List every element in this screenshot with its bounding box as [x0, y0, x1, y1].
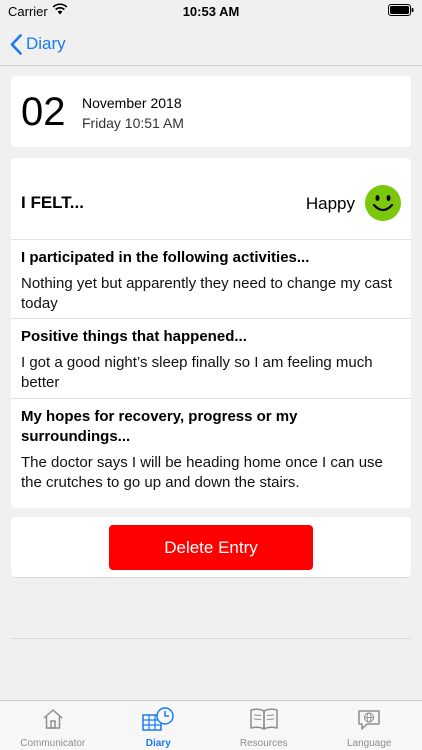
language-globe-icon — [358, 710, 380, 730]
mood-text: Happy — [305, 194, 355, 213]
tab-bar: Communicator Diary Resources Language — [0, 700, 422, 750]
status-time: 10:53 AM — [182, 4, 240, 19]
tab-label: Language — [347, 738, 392, 749]
section-title: My hopes for recovery, progress or my su… — [21, 408, 298, 445]
delete-entry-button[interactable]: Delete Entry — [109, 525, 313, 570]
tab-label: Diary — [145, 738, 171, 749]
weekday-time: Friday 10:51 AM — [82, 115, 184, 131]
navigation-bar: Diary — [0, 22, 422, 66]
month-year: November 2018 — [82, 95, 182, 111]
day-number: 02 — [21, 90, 66, 134]
activities-section: I participated in the following activiti… — [11, 240, 411, 319]
diary-calendar-icon — [142, 707, 174, 731]
section-title: I participated in the following activiti… — [21, 249, 310, 266]
home-icon — [43, 709, 63, 729]
delete-card: Delete Entry — [11, 517, 411, 578]
tab-resources[interactable]: Resources — [211, 701, 317, 750]
chevron-left-icon — [10, 33, 22, 55]
tab-communicator[interactable]: Communicator — [0, 701, 106, 750]
book-icon — [250, 708, 278, 730]
mood-row: I FELT... Happy — [11, 158, 411, 240]
smiley-icon — [365, 185, 401, 221]
status-bar: Carrier 10:53 AM — [0, 0, 422, 22]
back-button[interactable]: Diary — [10, 30, 66, 58]
divider — [11, 638, 411, 639]
entry-card: I FELT... Happy I participated in the fo… — [11, 158, 411, 508]
felt-label: I FELT... — [21, 193, 84, 212]
date-card: 02 November 2018 Friday 10:51 AM — [11, 76, 411, 147]
tab-label: Resources — [239, 738, 288, 749]
tab-language[interactable]: Language — [317, 701, 422, 750]
tab-label: Communicator — [20, 738, 86, 749]
hopes-section: My hopes for recovery, progress or my su… — [11, 399, 411, 508]
battery-icon — [388, 4, 414, 16]
section-body: The doctor says I will be heading home o… — [21, 454, 383, 491]
positive-things-section: Positive things that happened... I got a… — [11, 319, 411, 399]
section-title: Positive things that happened... — [21, 328, 247, 345]
section-body: Nothing yet but apparently they need to … — [21, 275, 393, 312]
section-body: I got a good night’s sleep finally so I … — [21, 354, 373, 391]
tab-diary[interactable]: Diary — [106, 701, 212, 750]
back-button-label: Diary — [26, 34, 66, 53]
